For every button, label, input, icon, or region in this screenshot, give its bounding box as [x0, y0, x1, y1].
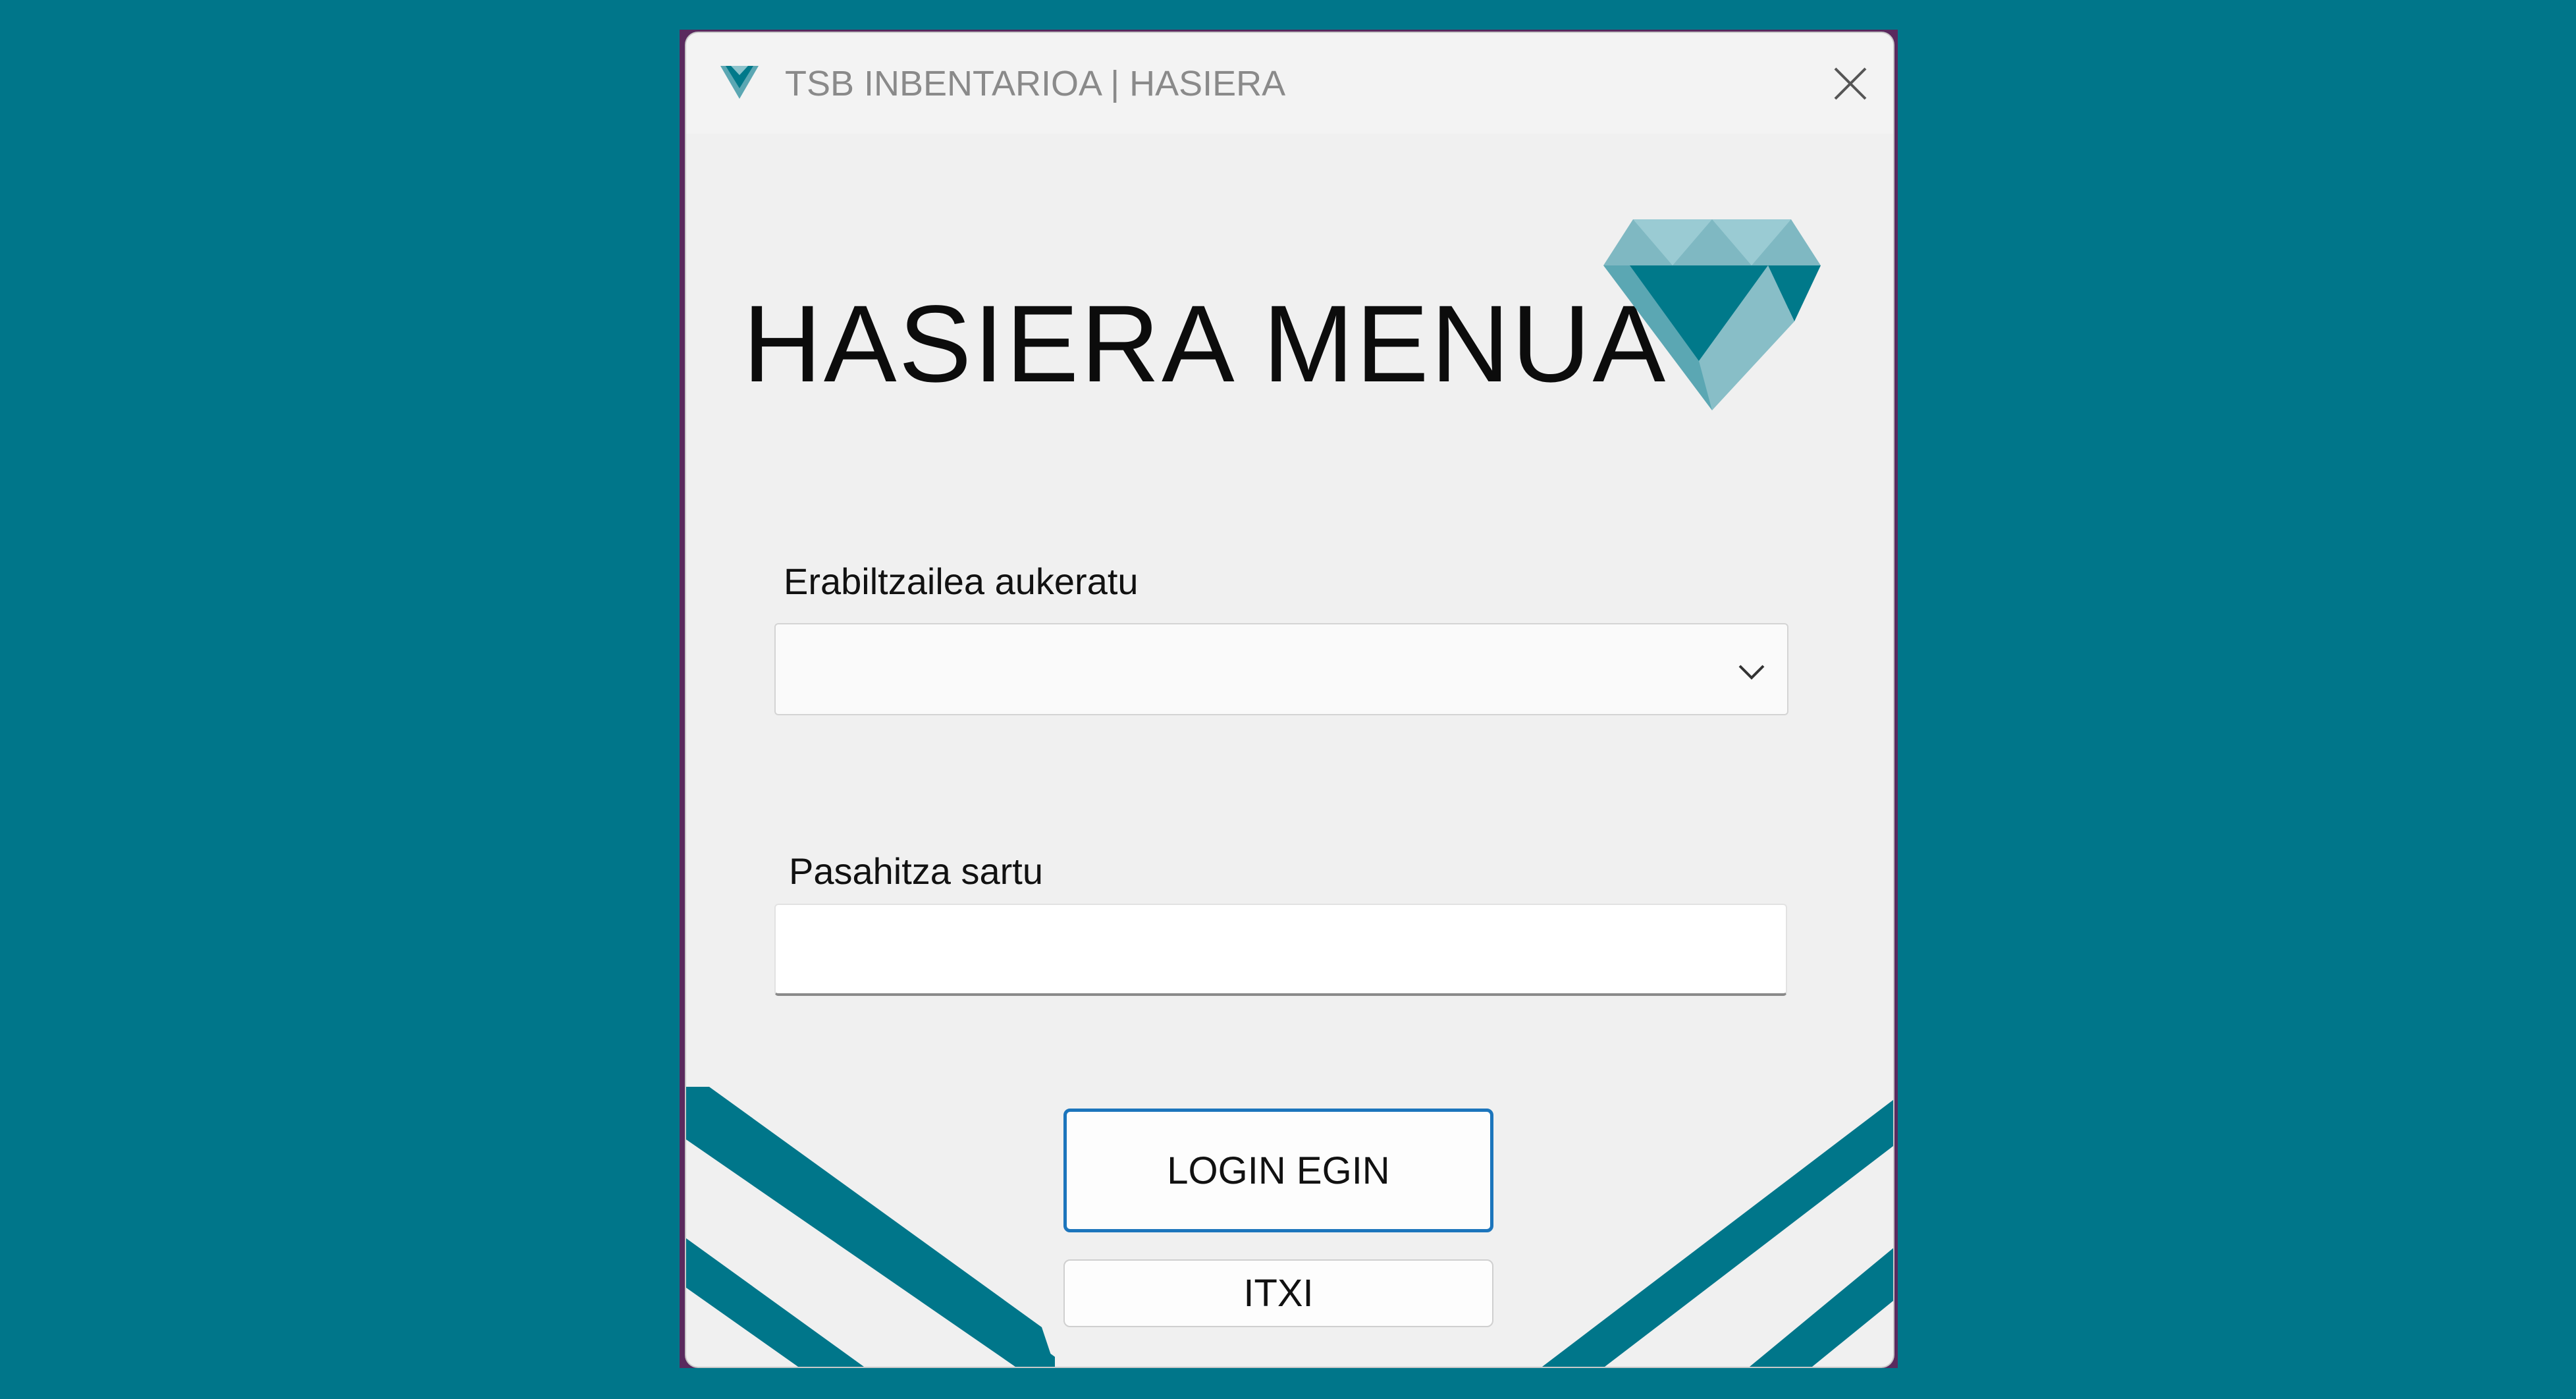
close-window-button[interactable]	[1808, 33, 1893, 134]
window-title: TSB INBENTARIOA | HASIERA	[785, 64, 1286, 103]
close-icon	[1834, 67, 1867, 99]
diamond-logo	[1603, 219, 1821, 410]
login-button[interactable]: LOGIN EGIN	[1063, 1109, 1493, 1232]
chevron-down-icon	[1738, 665, 1765, 680]
exit-button[interactable]: ITXI	[1063, 1259, 1493, 1327]
user-select[interactable]	[774, 623, 1788, 715]
title-bar: TSB INBENTARIOA | HASIERA	[686, 33, 1893, 134]
diamond-logo-icon	[720, 66, 759, 99]
login-window: TSB INBENTARIOA | HASIERA HASIERA MENUA …	[686, 33, 1893, 1367]
password-label: Pasahitza sartu	[789, 850, 1043, 892]
user-select-label: Erabiltzailea aukeratu	[784, 561, 1139, 602]
page-title: HASIERA MENUA	[743, 283, 1668, 405]
password-field[interactable]	[774, 904, 1787, 996]
